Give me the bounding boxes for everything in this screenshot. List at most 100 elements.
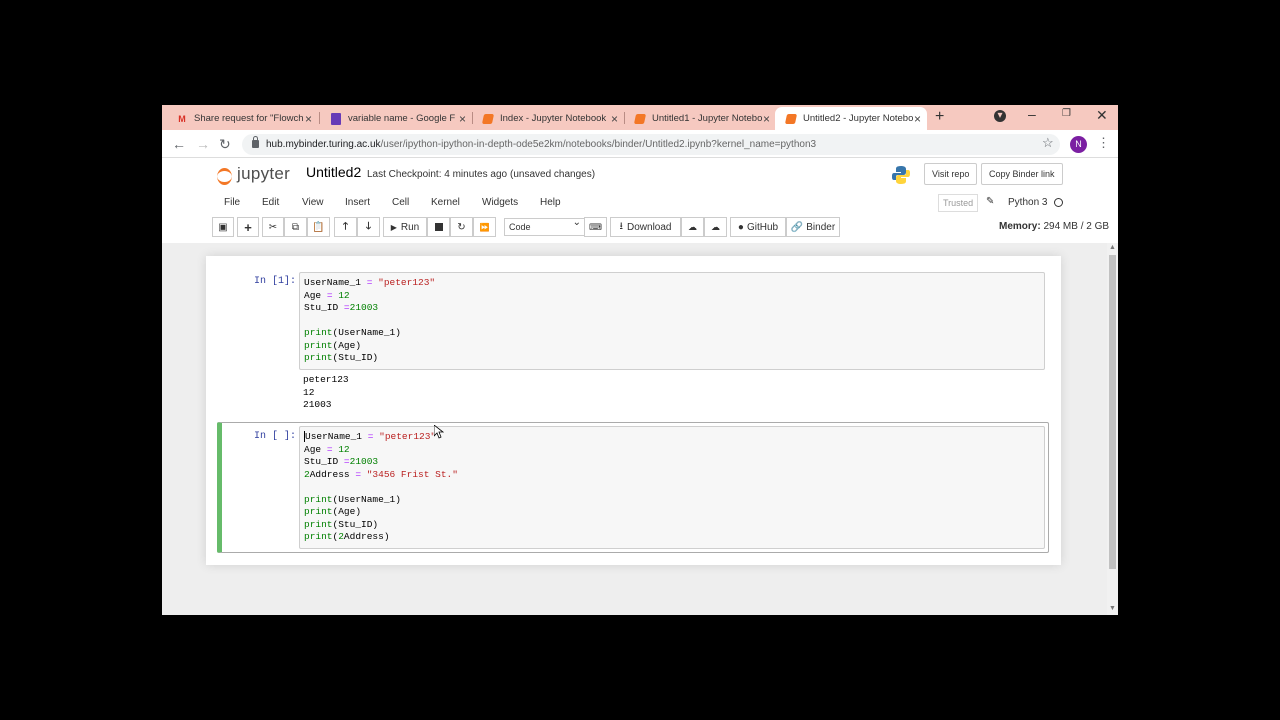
- insert-cell-button[interactable]: +: [237, 217, 259, 237]
- close-icon[interactable]: ×: [763, 112, 770, 126]
- menu-file[interactable]: File: [224, 197, 240, 208]
- browser-menu-icon[interactable]: ⋮: [1097, 135, 1110, 151]
- output-line: 21003: [303, 399, 332, 410]
- bookmark-star-icon[interactable]: ☆: [1042, 135, 1054, 151]
- cloud-upload-button[interactable]: ☁: [704, 217, 727, 237]
- menu-insert[interactable]: Insert: [345, 197, 370, 208]
- scrollbar-thumb[interactable]: [1109, 255, 1116, 569]
- code-token: (Stu_ID): [332, 518, 379, 530]
- code-token: 21003: [349, 456, 379, 467]
- menu-edit[interactable]: Edit: [262, 197, 279, 208]
- memory-label: Memory:: [999, 221, 1041, 232]
- fast-forward-icon: ⏩: [479, 222, 490, 232]
- code-token: print: [304, 493, 333, 505]
- tab-index[interactable]: Index - Jupyter Notebook ×: [472, 107, 624, 130]
- code-line: print(2 Address): [304, 531, 458, 544]
- page-scrollbar[interactable]: ▲ ▼: [1107, 243, 1118, 615]
- tab-untitled2[interactable]: Untitled2 - Jupyter Notebo ×: [775, 107, 927, 130]
- command-palette-button[interactable]: ⌨: [584, 217, 607, 237]
- code-line: print (Stu_ID): [304, 352, 435, 365]
- tab-untitled1[interactable]: Untitled1 - Jupyter Notebo ×: [624, 107, 776, 130]
- code-token: (Stu_ID): [332, 352, 379, 363]
- scroll-down-arrow-icon[interactable]: ▼: [1109, 605, 1116, 612]
- jupyter-header: jupyter Untitled2 Last Checkpoint: 4 min…: [162, 158, 1118, 191]
- scroll-up-arrow-icon[interactable]: ▲: [1109, 244, 1116, 251]
- tab-strip: M Share request for "Flowch × variable n…: [162, 105, 1118, 130]
- tab-title: Untitled2 - Jupyter Notebo: [803, 113, 913, 124]
- reload-button[interactable]: ↻: [219, 136, 231, 153]
- menu-widgets[interactable]: Widgets: [482, 197, 518, 208]
- cut-button[interactable]: ✂: [262, 217, 284, 237]
- tab-google-forms[interactable]: variable name - Google F ×: [320, 107, 472, 130]
- run-label: Run: [400, 221, 420, 233]
- minimize-button[interactable]: –: [1028, 106, 1036, 122]
- tab-gmail[interactable]: M Share request for "Flowch ×: [166, 107, 318, 130]
- close-icon[interactable]: ×: [914, 112, 921, 126]
- forward-button[interactable]: →: [196, 136, 210, 152]
- move-down-button[interactable]: 🡓: [357, 217, 380, 237]
- visit-repo-button[interactable]: Visit repo: [924, 163, 978, 185]
- cloud-download-button[interactable]: ☁: [681, 217, 704, 237]
- stop-icon: [434, 223, 443, 231]
- kernel-name: Python 3: [1008, 197, 1048, 208]
- restart-run-all-button[interactable]: ⏩: [473, 217, 496, 237]
- cell-prompt: In [ ]:: [253, 431, 296, 442]
- trusted-indicator[interactable]: Trusted: [938, 194, 979, 212]
- jupyter-logo-text: jupyter: [237, 164, 291, 183]
- download-button[interactable]: ⭳ Download: [610, 217, 681, 237]
- copy-binder-link-button[interactable]: Copy Binder link: [981, 163, 1063, 185]
- back-button[interactable]: ←: [172, 136, 186, 152]
- save-icon: ▣: [218, 221, 228, 233]
- pencil-icon[interactable]: ✎: [986, 196, 994, 207]
- github-icon: ●: [737, 221, 744, 233]
- menu-cell[interactable]: Cell: [392, 197, 409, 208]
- code-token: 12: [338, 289, 350, 301]
- menubar: File Edit View Insert Cell Kernel Widget…: [212, 193, 1067, 215]
- code-token: print: [304, 339, 333, 351]
- menu-help[interactable]: Help: [540, 197, 561, 208]
- move-up-button[interactable]: 🡑: [334, 217, 357, 237]
- close-icon[interactable]: ×: [459, 112, 466, 126]
- interrupt-button[interactable]: [427, 217, 450, 237]
- code-line: Age = 12: [304, 290, 435, 303]
- close-window-button[interactable]: ✕: [1096, 107, 1108, 124]
- jupyter-logo-icon: [217, 165, 233, 185]
- restart-button[interactable]: ↻: [450, 217, 473, 237]
- code-token: UserName_1: [305, 431, 368, 442]
- code-token: "peter123": [378, 277, 436, 288]
- code-line: print (Age): [304, 340, 435, 353]
- close-icon[interactable]: ×: [305, 112, 312, 126]
- google-forms-icon: [331, 112, 341, 125]
- menu-kernel[interactable]: Kernel: [431, 197, 460, 208]
- notebook-name[interactable]: Untitled2: [306, 164, 361, 180]
- github-button[interactable]: ● GitHub: [730, 217, 786, 237]
- url-input[interactable]: hub.mybinder.turing.ac.uk/user/ipython-i…: [242, 134, 1060, 155]
- tab-search-button[interactable]: ▾: [994, 110, 1006, 122]
- arrow-down-icon: 🡓: [365, 220, 372, 232]
- run-button[interactable]: ▶ Run: [383, 217, 427, 237]
- url-path: /user/ipython-ipython-in-depth-ode5e2km/…: [380, 139, 817, 150]
- code-line: print (UserName_1): [304, 327, 435, 340]
- github-label: GitHub: [746, 221, 779, 233]
- code-token: print: [304, 352, 333, 363]
- jupyter-icon: [784, 113, 798, 124]
- code-cell-1-input[interactable]: UserName_1 = "peter123" Age = 12 Stu_ID = 2…: [299, 272, 1045, 370]
- jupyter-logo[interactable]: jupyter: [217, 164, 291, 185]
- cell-type-select[interactable]: Code: [504, 215, 586, 236]
- profile-avatar[interactable]: N: [1070, 136, 1087, 153]
- new-tab-button[interactable]: +: [935, 108, 944, 126]
- code-token: print: [304, 531, 333, 542]
- code-line: Stu_ID = 21003: [304, 456, 458, 469]
- restore-button[interactable]: ❐: [1062, 108, 1071, 119]
- menu-view[interactable]: View: [302, 197, 324, 208]
- jupyter-icon: [481, 113, 495, 124]
- binder-button[interactable]: 🔗 Binder: [786, 217, 840, 237]
- paste-button[interactable]: 📋: [307, 217, 330, 237]
- code-cell-2-input[interactable]: UserName_1 = "peter123" Age = 12 Stu_ID = 2…: [299, 426, 1045, 549]
- save-button[interactable]: ▣: [212, 217, 234, 237]
- copy-button[interactable]: ⧉: [284, 217, 307, 237]
- code-token: print: [304, 327, 333, 338]
- close-icon[interactable]: ×: [611, 112, 618, 126]
- code-line: print (Stu_ID): [304, 519, 458, 532]
